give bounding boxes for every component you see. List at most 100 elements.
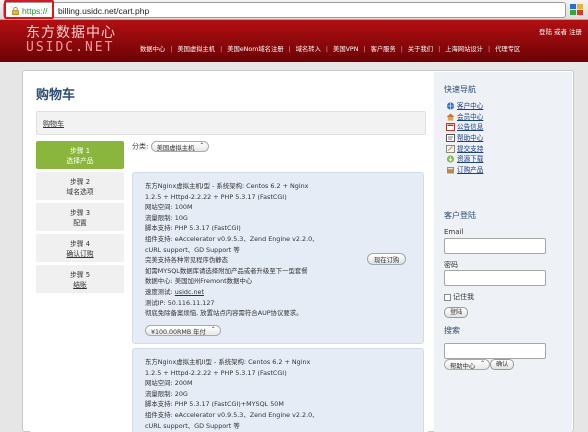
quick-nav-downloads[interactable]: 资源下载 <box>446 153 483 164</box>
product-description: 东方Nginx虚拟主机I型 - 系统架构: Centos 6.2 + Nginx… <box>145 181 355 319</box>
product-line: 速度测试: usidc.net <box>145 287 355 298</box>
step-3: 步骤 3 配置 <box>36 203 124 231</box>
step-1[interactable]: 步骤 1 选择产品 <box>36 141 124 169</box>
nav-separator: | <box>363 46 366 53</box>
remember-checkbox[interactable] <box>444 293 451 301</box>
logo-english[interactable]: USIDC.NET <box>26 40 114 55</box>
nav-separator: | <box>170 46 173 53</box>
quick-nav-label: 公告信息 <box>457 123 484 132</box>
nav-separator: | <box>400 46 403 53</box>
register-link[interactable]: 注册 <box>569 28 582 36</box>
product-line: 数据中心: 美国加州Fremont数据中心 <box>145 277 253 286</box>
search-scope-select[interactable]: 帮助中心 <box>444 359 491 370</box>
nav-enom-domain[interactable]: 美国eNom域名注册 <box>227 44 283 53</box>
quick-nav-member-center[interactable]: 会员中心 <box>446 111 483 122</box>
remember-label: 记住我 <box>453 293 474 301</box>
product-line: 网站空间: 200M <box>145 379 193 388</box>
breadcrumb-bar: 购物车 <box>36 111 426 135</box>
step-desc-link[interactable]: 确认订购 <box>36 248 124 258</box>
quick-nav-label: 客户中心 <box>457 102 484 110</box>
login-button[interactable]: 登陆 <box>444 307 469 318</box>
step-label: 步骤 3 <box>69 209 91 217</box>
search-title: 搜索 <box>444 326 460 335</box>
address-bar[interactable]: https:// billing.usidc.net/cart.php <box>3 2 566 18</box>
product-line: 组件支持: eAccelerator v0.9.5.3、Zend Engine … <box>145 410 319 419</box>
url-text: billing.usidc.net/cart.php <box>58 6 150 16</box>
quick-nav-customer-center[interactable]: 客户中心 <box>446 100 483 111</box>
remember-me: 记住我 <box>444 292 474 302</box>
account-links: 登陆 或者 注册 <box>537 26 582 36</box>
quick-nav-label: 提交支持 <box>457 144 484 153</box>
quick-nav-help-center[interactable]: 帮助中心 <box>446 132 483 143</box>
quick-nav-title: 快速导航 <box>444 85 476 94</box>
step-5[interactable]: 步骤 5 结账 <box>36 265 124 293</box>
or-text: 或者 <box>554 28 567 36</box>
product-line: cURL support、GD Support 等 <box>145 421 240 430</box>
logo-chinese[interactable]: 东方数据中心 <box>26 22 116 42</box>
speed-test-link[interactable]: usidc.net <box>175 288 204 296</box>
nav-customer-service[interactable]: 客户服务 <box>371 44 396 53</box>
announcement-icon <box>446 123 455 132</box>
step-desc: 配置 <box>73 219 87 227</box>
email-field[interactable] <box>444 238 546 254</box>
step-2: 步骤 2 域名选项 <box>36 172 124 200</box>
product-line: 流量限制: 10G <box>145 213 188 222</box>
order-now-button[interactable]: 现在订购 <box>367 253 407 265</box>
quick-nav-list: 客户中心 会员中心 公告信息 帮助中心 提交支持 资源下载 订购产品 <box>446 100 483 175</box>
download-icon <box>446 155 455 164</box>
category-row: 分类: 美国虚拟主机 <box>132 141 210 152</box>
product-line: 脚本支持: PHP 5.3.17 (FastCGI)+MYSQL 50M <box>145 400 284 409</box>
home-icon <box>446 113 455 121</box>
nav-separator: | <box>487 46 491 53</box>
quick-nav-submit-ticket[interactable]: 提交支持 <box>446 143 483 154</box>
product-line: 如需MYSQL数据库请选择附加产品或者升级至下一型套餐 <box>145 266 308 275</box>
quick-nav-label: 资源下载 <box>457 155 484 164</box>
https-highlight-box <box>4 0 54 19</box>
step-label: 步骤 5 <box>69 271 91 279</box>
step-label: 步骤 1 <box>69 147 91 155</box>
category-label: 分类: <box>132 142 149 151</box>
product-line: 1.2.5 + Httpd-2.2.22 + PHP 5.3.17 (FastC… <box>145 192 287 201</box>
password-field[interactable] <box>444 270 546 286</box>
nav-us-hosting[interactable]: 美国虚拟主机 <box>177 44 215 53</box>
product-card: 东方Nginx虚拟主机I型 - 系统架构: Centos 6.2 + Nginx… <box>132 172 424 344</box>
nav-shanghai-web-design[interactable]: 上海网站设计 <box>445 44 483 53</box>
nav-us-vpn[interactable]: 美国VPN <box>333 44 358 53</box>
billing-cycle-select[interactable]: ¥100.00RMB 年付 <box>145 325 221 336</box>
login-link[interactable]: 登陆 <box>539 28 552 36</box>
order-steps: 步骤 1 选择产品 步骤 2 域名选项 步骤 3 配置 步骤 4 确认订购 步骤… <box>36 141 126 296</box>
nav-datacenter[interactable]: 数据中心 <box>140 44 165 53</box>
step-desc: 域名选项 <box>66 188 94 196</box>
search-input[interactable] <box>444 343 546 359</box>
quick-nav-order-products[interactable]: 订购产品 <box>446 164 483 175</box>
help-icon <box>446 134 455 143</box>
order-icon <box>447 167 454 174</box>
main-nav: 数据中心 | 美国虚拟主机 | 美国eNom域名注册 | 域名转入 | 美国VPN | 客户服务 | 关… <box>140 44 520 53</box>
product-line: 网站空间: 100M <box>145 203 193 212</box>
quick-nav-announcements[interactable]: 公告信息 <box>446 121 483 132</box>
speed-test-label: 速度测试: <box>145 287 175 296</box>
nav-agent-zone[interactable]: 代理专区 <box>495 44 520 53</box>
product-line: 脚本支持: PHP 5.3.17 (FastCGI) <box>145 224 241 233</box>
product-line: 东方Nginx虚拟主机II型 - 系统架构: Centos 6.2 + Ngin… <box>145 358 311 366</box>
email-label: Email <box>444 228 464 236</box>
category-select[interactable]: 美国虚拟主机 <box>150 141 210 152</box>
nav-domain-transfer[interactable]: 域名转入 <box>296 44 321 53</box>
step-desc-link[interactable]: 结账 <box>36 279 124 289</box>
step-4[interactable]: 步骤 4 确认订购 <box>36 234 124 262</box>
step-label: 步骤 4 <box>69 240 91 248</box>
search-confirm-button[interactable]: 确认 <box>490 359 515 370</box>
product-line: 测试IP: 50.116.11.127 <box>145 298 215 307</box>
nav-separator: | <box>220 46 223 53</box>
step-desc: 选择产品 <box>66 157 94 165</box>
page-title: 购物车 <box>36 88 76 103</box>
extension-icon[interactable] <box>570 4 584 16</box>
nav-about-us[interactable]: 关于我们 <box>408 44 433 53</box>
product-line: 流量限制: 20G <box>145 389 188 398</box>
quick-nav-label: 帮助中心 <box>457 134 484 143</box>
product-line: 组件支持: eAccelerator v0.9.5.3、Zend Engine … <box>145 234 319 243</box>
product-line: 1.2.5 + Httpd-2.2.22 + PHP 5.3.17 (FastC… <box>145 368 287 377</box>
nav-separator: | <box>438 46 441 53</box>
breadcrumb[interactable]: 购物车 <box>43 119 64 129</box>
browser-toolbar: https:// billing.usidc.net/cart.php <box>0 0 588 20</box>
